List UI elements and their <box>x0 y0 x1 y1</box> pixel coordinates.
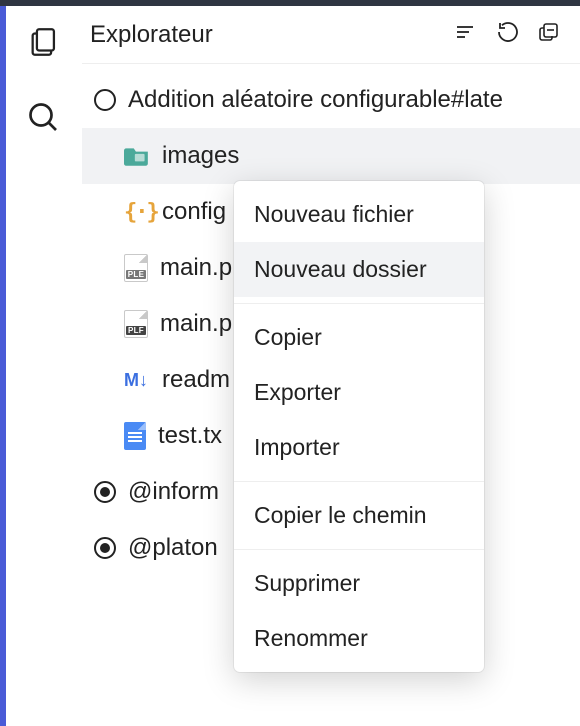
tree-item-label: @inform <box>128 478 219 506</box>
menu-separator <box>234 549 484 550</box>
menu-item[interactable]: Importer <box>234 420 484 475</box>
activity-bar <box>0 6 82 726</box>
panel-header: Explorateur <box>82 6 580 64</box>
menu-item[interactable]: Copier le chemin <box>234 488 484 543</box>
ple-file-icon: PLE <box>124 254 148 282</box>
plf-file-icon: PLF <box>124 310 148 338</box>
context-menu: Nouveau fichierNouveau dossier CopierExpo… <box>234 181 484 672</box>
tree-folder-item[interactable]: images <box>82 128 580 184</box>
tree-root-item[interactable]: Addition aléatoire configurable#late <box>82 72 580 128</box>
menu-separator <box>234 481 484 482</box>
menu-item[interactable]: Supprimer <box>234 556 484 611</box>
json-icon: {·} <box>124 200 150 225</box>
refresh-icon[interactable] <box>496 20 520 49</box>
tree-item-label: main.p <box>160 310 232 338</box>
panel-actions <box>454 20 562 49</box>
tree-item-label: test.tx <box>158 422 222 450</box>
tree-item-label: config <box>162 198 226 226</box>
panel-title: Explorateur <box>90 21 454 49</box>
tree-item-label: Addition aléatoire configurable#late <box>128 86 503 114</box>
menu-separator <box>234 303 484 304</box>
radio-icon <box>94 537 116 559</box>
markdown-icon: M↓ <box>124 370 150 391</box>
sort-icon[interactable] <box>454 20 478 49</box>
tree-item-label: images <box>162 142 239 170</box>
tree-item-label: main.p <box>160 254 232 282</box>
search-icon <box>26 100 62 136</box>
text-file-icon <box>124 422 146 450</box>
folder-icon <box>124 145 150 167</box>
menu-item[interactable]: Copier <box>234 310 484 365</box>
menu-item[interactable]: Nouveau dossier <box>234 242 484 297</box>
tree-item-label: readm <box>162 366 230 394</box>
menu-item[interactable]: Exporter <box>234 365 484 420</box>
menu-item[interactable]: Renommer <box>234 611 484 666</box>
collapse-icon[interactable] <box>538 20 562 49</box>
radio-icon <box>94 481 116 503</box>
menu-item[interactable]: Nouveau fichier <box>234 187 484 242</box>
circle-icon <box>94 89 116 111</box>
tree-item-label: @platon <box>128 534 218 562</box>
explorer-tab[interactable] <box>24 22 64 62</box>
files-icon <box>27 25 61 59</box>
search-tab[interactable] <box>24 98 64 138</box>
